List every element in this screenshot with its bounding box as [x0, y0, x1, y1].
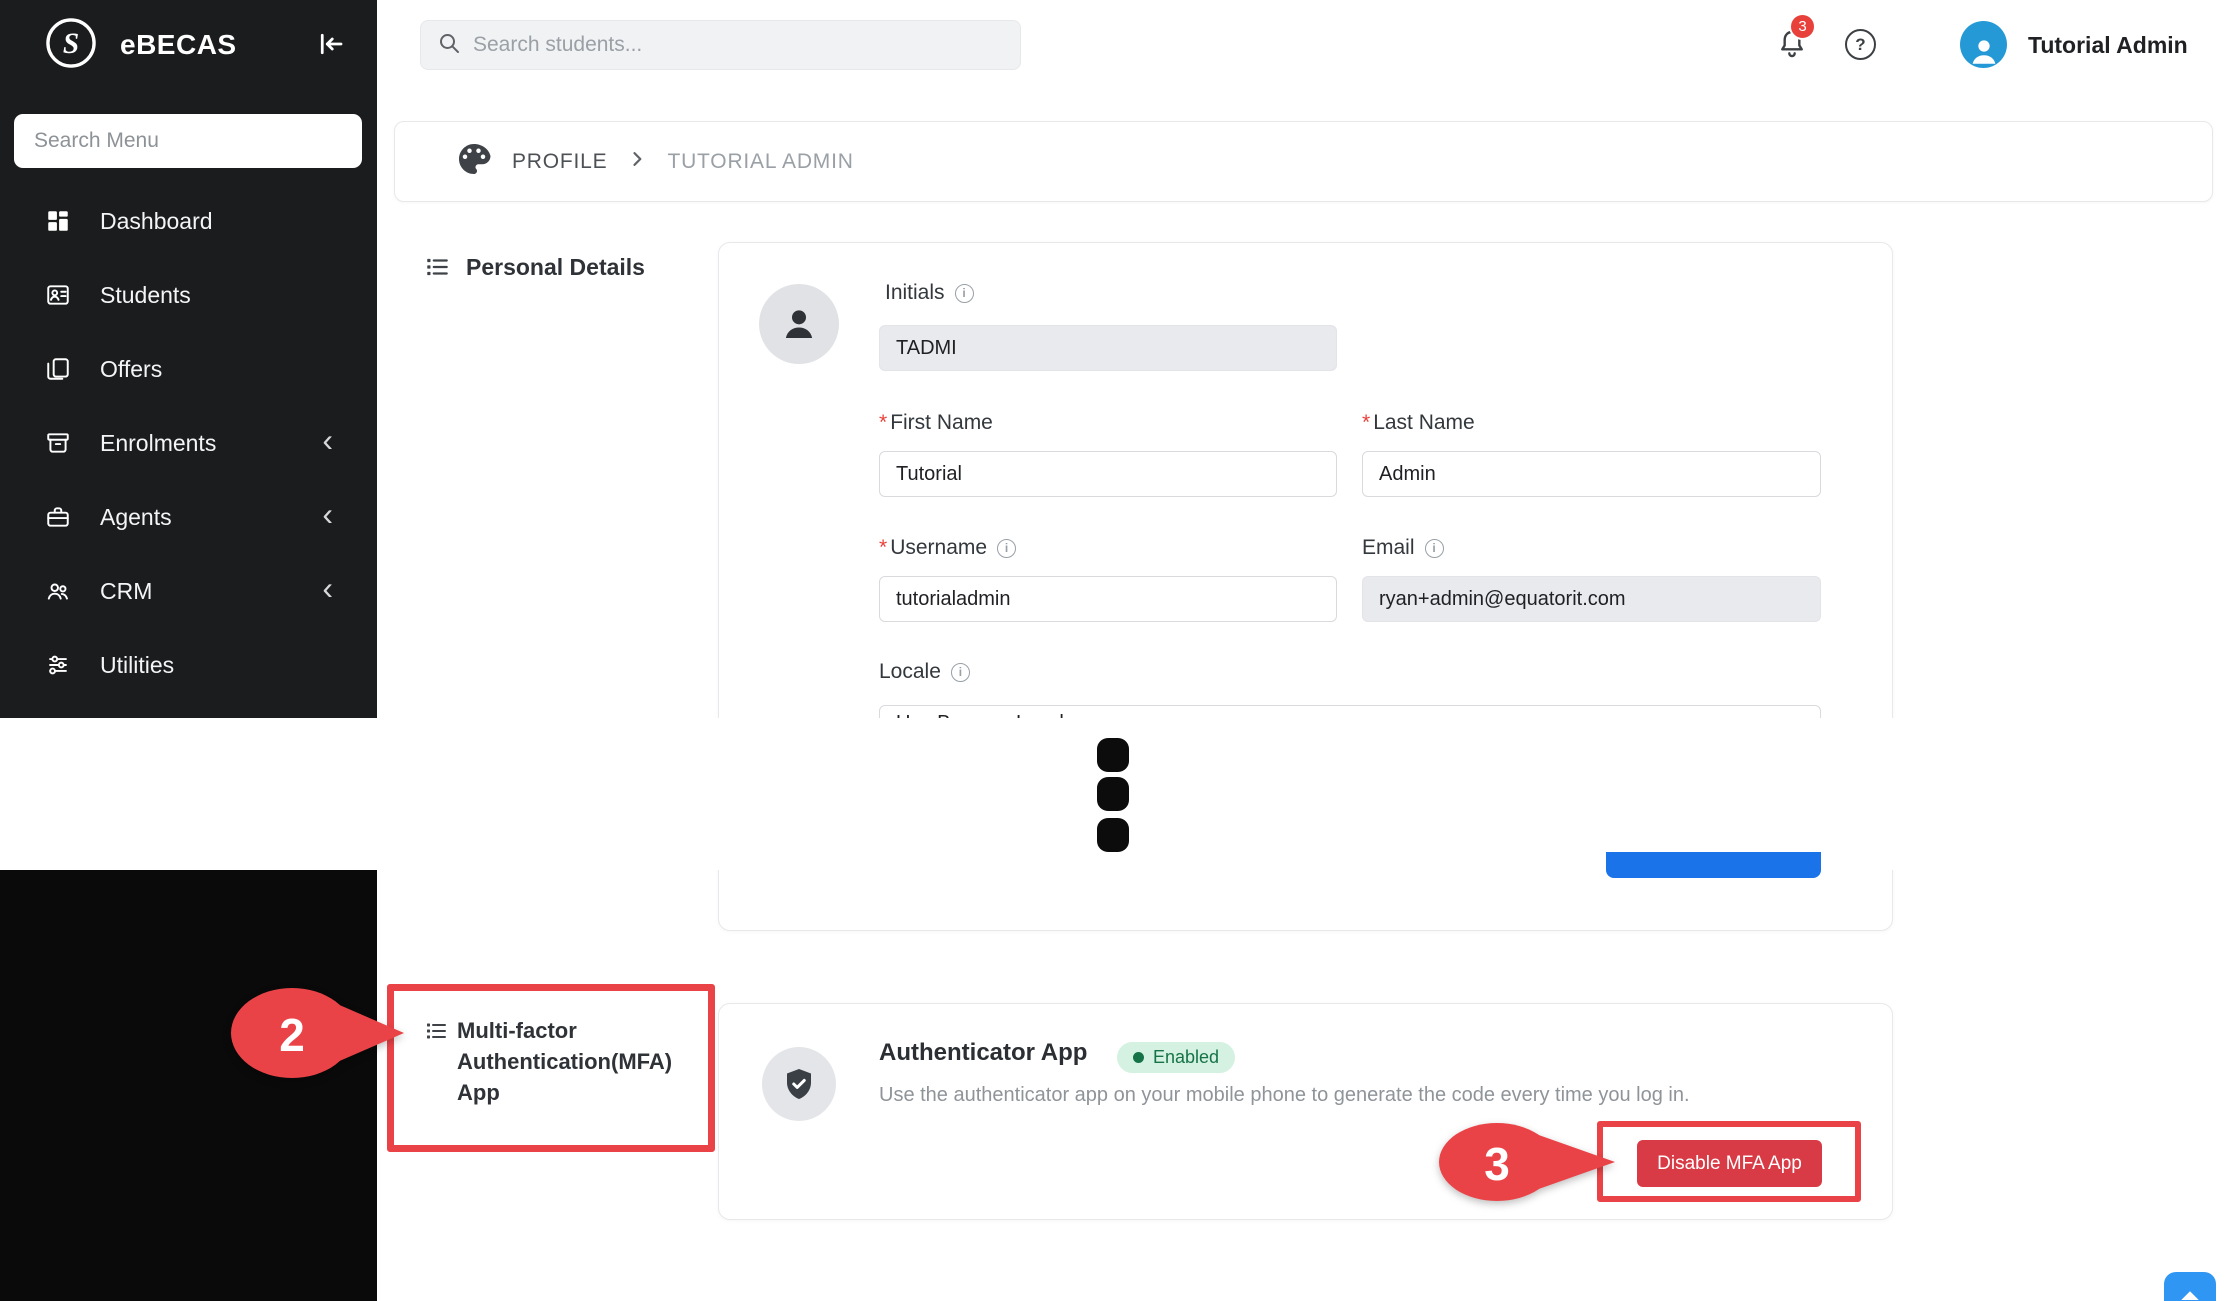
- student-search: [420, 20, 1021, 70]
- chevron-right-icon: [627, 149, 647, 174]
- sidebar-item-crm[interactable]: CRM ‹: [0, 554, 377, 628]
- username-field[interactable]: [879, 576, 1337, 622]
- truncation-dot-icon: [1097, 818, 1129, 852]
- svg-text:3: 3: [1484, 1138, 1510, 1190]
- truncation-dot-icon: [1097, 738, 1129, 772]
- sidebar-truncated-region: [0, 870, 377, 1301]
- update-details-button-partial[interactable]: [1606, 852, 1821, 878]
- list-icon: [424, 1019, 448, 1048]
- notification-count-badge: 3: [1789, 13, 1816, 40]
- info-icon[interactable]: i: [997, 539, 1016, 558]
- info-icon[interactable]: i: [955, 284, 974, 303]
- breadcrumb: PROFILE TUTORIAL ADMIN: [394, 121, 2213, 202]
- sidebar-item-enrolments[interactable]: Enrolments ‹: [0, 406, 377, 480]
- list-icon: [424, 254, 450, 285]
- first-name-label: * First Name: [879, 411, 993, 435]
- chat-launcher-icon[interactable]: [2164, 1272, 2216, 1301]
- help-icon[interactable]: ?: [1845, 29, 1876, 60]
- ebecas-logo-icon: S: [44, 16, 98, 75]
- sidebar-item-label: Utilities: [100, 652, 174, 679]
- info-icon[interactable]: i: [1425, 539, 1444, 558]
- breadcrumb-current-page: TUTORIAL ADMIN: [667, 150, 853, 174]
- sidebar-item-label: Agents: [100, 504, 172, 531]
- user-name[interactable]: Tutorial Admin: [2028, 0, 2188, 90]
- status-dot-icon: [1133, 1052, 1144, 1063]
- sidebar-item-label: Offers: [100, 356, 162, 383]
- required-marker: *: [879, 536, 887, 560]
- search-icon: [437, 31, 461, 60]
- sidebar-item-label: CRM: [100, 578, 152, 605]
- sidebar-nav: Dashboard Students Offers Enrolments: [0, 184, 377, 702]
- enrolments-icon: [44, 430, 72, 456]
- sidebar-item-label: Enrolments: [100, 430, 216, 457]
- crm-icon: [44, 578, 72, 604]
- sidebar-item-offers[interactable]: Offers: [0, 332, 377, 406]
- sidebar-item-label: Students: [100, 282, 191, 309]
- username-label: * Username i: [879, 536, 1016, 560]
- sidebar-item-utilities[interactable]: Utilities: [0, 628, 377, 702]
- students-icon: [44, 282, 72, 308]
- sidebar: S eBECAS Dashboard Students: [0, 0, 377, 718]
- info-icon[interactable]: i: [951, 663, 970, 682]
- initials-label: Initials i: [885, 281, 974, 305]
- app-title: eBECAS: [120, 0, 237, 90]
- chevron-left-icon: ‹: [322, 498, 333, 530]
- initials-field[interactable]: [879, 325, 1337, 371]
- sidebar-item-students[interactable]: Students: [0, 258, 377, 332]
- palette-icon: [456, 141, 492, 182]
- profile-avatar: [759, 284, 839, 364]
- section-nav-mfa[interactable]: Multi-factor Authentication(MFA) App: [457, 1015, 709, 1108]
- svg-text:2: 2: [279, 1009, 305, 1061]
- last-name-field[interactable]: [1362, 451, 1821, 497]
- email-label: Email i: [1362, 536, 1444, 560]
- mfa-highlight-box: Multi-factor Authentication(MFA) App: [387, 984, 715, 1152]
- locale-label: Locale i: [879, 660, 970, 684]
- first-name-field[interactable]: [879, 451, 1337, 497]
- required-marker: *: [879, 411, 887, 435]
- chevron-left-icon: ‹: [322, 572, 333, 604]
- mfa-status-label: Enabled: [1153, 1047, 1219, 1068]
- callout-step-2: 2: [230, 986, 410, 1081]
- section-nav-label: Personal Details: [466, 254, 645, 281]
- section-nav-personal-details[interactable]: Personal Details: [424, 254, 645, 285]
- sidebar-header: S eBECAS: [0, 0, 377, 90]
- mfa-description: Use the authenticator app on your mobile…: [879, 1084, 1690, 1107]
- student-search-input[interactable]: [473, 33, 1004, 57]
- sidebar-search-input[interactable]: [14, 114, 362, 168]
- svg-text:S: S: [63, 28, 79, 60]
- sidebar-item-agents[interactable]: Agents ‹: [0, 480, 377, 554]
- last-name-label: * Last Name: [1362, 411, 1475, 435]
- shield-check-icon: [762, 1047, 836, 1121]
- app-screen: S eBECAS Dashboard Students: [0, 0, 2226, 1301]
- sidebar-item-dashboard[interactable]: Dashboard: [0, 184, 377, 258]
- mfa-card-title: Authenticator App: [879, 1039, 1087, 1067]
- chevron-left-icon: ‹: [322, 424, 333, 456]
- truncation-dot-icon: [1097, 777, 1129, 811]
- callout-step-3: 3: [1437, 1121, 1622, 1203]
- mfa-status-badge: Enabled: [1117, 1042, 1235, 1073]
- required-marker: *: [1362, 411, 1370, 435]
- breadcrumb-profile-link[interactable]: PROFILE: [512, 150, 607, 174]
- dashboard-icon: [44, 208, 72, 234]
- utilities-icon: [44, 652, 72, 678]
- collapse-sidebar-icon[interactable]: [316, 29, 346, 64]
- email-field[interactable]: [1362, 576, 1821, 622]
- topbar: 3 ? Tutorial Admin: [377, 0, 2226, 90]
- disable-button-highlight-box: [1597, 1121, 1861, 1202]
- sidebar-item-label: Dashboard: [100, 208, 213, 235]
- user-avatar[interactable]: [1960, 21, 2007, 68]
- offers-icon: [44, 356, 72, 382]
- agents-icon: [44, 504, 72, 530]
